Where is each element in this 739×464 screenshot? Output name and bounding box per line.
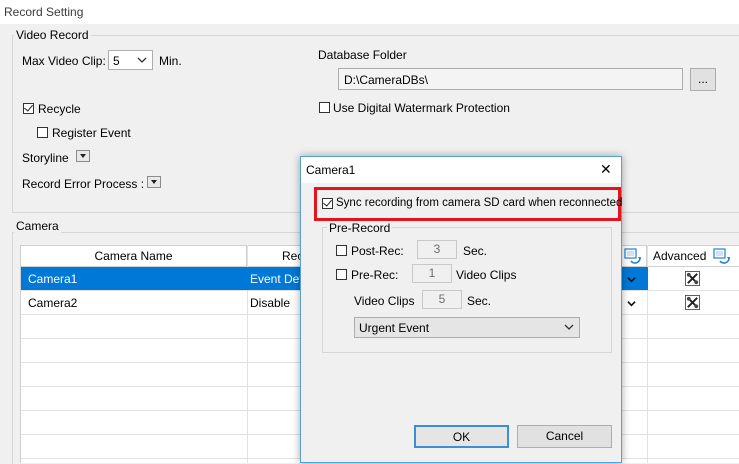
- max-clip-select[interactable]: 5: [108, 50, 153, 70]
- chevron-down-icon: [137, 57, 147, 63]
- watermark-checkbox[interactable]: [319, 102, 330, 113]
- advanced-cell: [648, 267, 739, 290]
- column-header-advanced-label: Advanced: [653, 249, 707, 263]
- record-error-label: Record Error Process :: [22, 177, 145, 191]
- register-event-checkbox[interactable]: [37, 127, 48, 138]
- recycle-label: Recycle: [38, 102, 81, 116]
- camera-name-cell: Camera1: [28, 272, 78, 286]
- sync-sd-label: Sync recording from camera SD card when …: [336, 197, 623, 209]
- close-icon[interactable]: ✕: [600, 161, 612, 178]
- register-event-label: Register Event: [52, 126, 131, 140]
- video-clips-input[interactable]: 5: [422, 290, 462, 309]
- column-header-advanced[interactable]: Advanced: [647, 245, 739, 267]
- window-titlebar: Record Setting: [0, 0, 739, 24]
- storyline-label: Storyline: [22, 151, 69, 165]
- cancel-label: Cancel: [545, 429, 584, 443]
- storyline-dropdown-button[interactable]: [76, 150, 90, 162]
- db-folder-field[interactable]: D:\CameraDBs\: [338, 68, 683, 90]
- video-record-title: Video Record: [14, 28, 91, 42]
- browse-button[interactable]: ...: [690, 68, 716, 91]
- camera-group-title: Camera: [14, 219, 61, 233]
- browse-label: ...: [697, 72, 708, 86]
- event-type-value: Urgent Event: [359, 321, 430, 335]
- post-rec-label: Post-Rec:: [351, 244, 404, 258]
- camera-name-cell: Camera2: [28, 296, 78, 310]
- chevron-down-icon[interactable]: [627, 299, 636, 308]
- prerecord-title: Pre-Record: [327, 221, 393, 235]
- apply-all-icon[interactable]: [713, 248, 731, 266]
- video-clips-unit: Sec.: [467, 294, 492, 308]
- window-title: Record Setting: [4, 5, 84, 19]
- pre-rec-unit: Video Clips: [456, 268, 517, 282]
- dialog-title: Camera1: [306, 163, 356, 177]
- pre-rec-checkbox[interactable]: [336, 269, 347, 280]
- record-error-dropdown-button[interactable]: [147, 176, 161, 188]
- post-rec-unit: Sec.: [463, 244, 488, 258]
- dialog-titlebar: Camera1 ✕: [301, 157, 621, 183]
- sync-sd-checkbox[interactable]: [322, 198, 333, 209]
- pre-rec-label: Pre-Rec:: [351, 268, 399, 282]
- db-folder-value: D:\CameraDBs\: [344, 73, 429, 87]
- camera-settings-dialog: Camera1 ✕ Sync recording from camera SD …: [300, 156, 622, 463]
- apply-all-record-icon[interactable]: [624, 248, 642, 266]
- recycle-checkbox[interactable]: [23, 103, 34, 114]
- ok-label: OK: [452, 430, 471, 444]
- db-folder-label: Database Folder: [318, 48, 407, 62]
- column-header-camera-name[interactable]: Camera Name: [21, 245, 247, 267]
- pre-rec-input[interactable]: 1: [412, 264, 452, 283]
- max-clip-unit: Min.: [159, 54, 182, 68]
- post-rec-input[interactable]: 3: [417, 240, 457, 259]
- max-clip-value: 5: [113, 54, 120, 68]
- tools-icon[interactable]: [685, 271, 700, 286]
- event-type-select[interactable]: Urgent Event: [354, 317, 580, 338]
- post-rec-checkbox[interactable]: [336, 245, 347, 256]
- max-clip-label: Max Video Clip:: [22, 54, 106, 68]
- watermark-label: Use Digital Watermark Protection: [333, 101, 510, 115]
- tools-icon[interactable]: [685, 295, 700, 310]
- ok-button[interactable]: OK: [414, 425, 509, 448]
- chevron-down-icon[interactable]: [627, 275, 636, 284]
- record-mode-cell[interactable]: Disable: [250, 296, 290, 310]
- chevron-down-icon: [564, 324, 574, 330]
- video-clips-label: Video Clips: [354, 294, 415, 308]
- cancel-button[interactable]: Cancel: [517, 425, 612, 448]
